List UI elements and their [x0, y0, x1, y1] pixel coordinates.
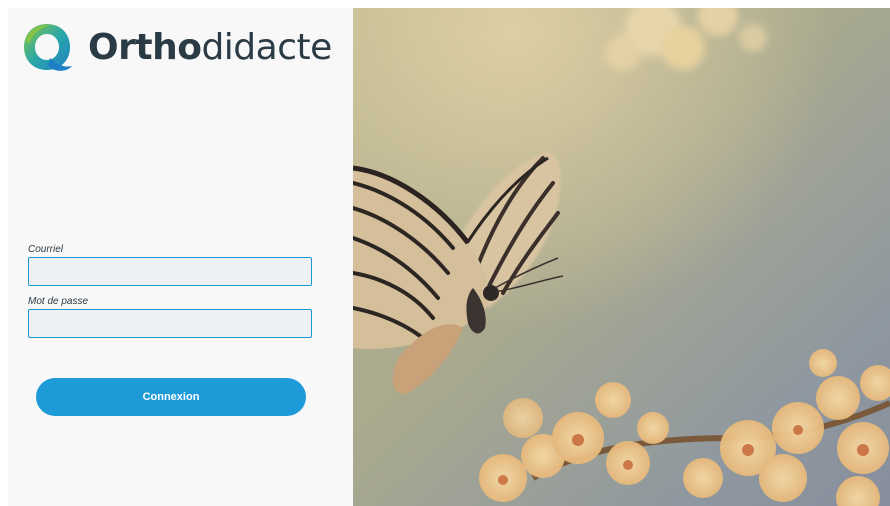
password-field[interactable]: [28, 309, 312, 338]
login-page: Orthodidacte Courriel Mot de passe Conne…: [8, 8, 890, 506]
brand-logo[interactable]: Orthodidacte: [20, 20, 332, 74]
email-field[interactable]: [28, 257, 312, 286]
butterfly-photo-icon: [353, 8, 890, 506]
brand-name-bold: Ortho: [88, 26, 202, 68]
login-button[interactable]: Connexion: [36, 378, 306, 416]
password-label: Mot de passe: [28, 296, 89, 307]
email-label: Courriel: [28, 244, 64, 255]
orthodidacte-logo-icon: [24, 24, 72, 71]
brand-wordmark: Orthodidacte: [88, 27, 332, 68]
background-photo: [353, 8, 890, 506]
brand-name-regular: didacte: [201, 26, 332, 68]
login-panel: Orthodidacte Courriel Mot de passe Conne…: [8, 8, 353, 506]
